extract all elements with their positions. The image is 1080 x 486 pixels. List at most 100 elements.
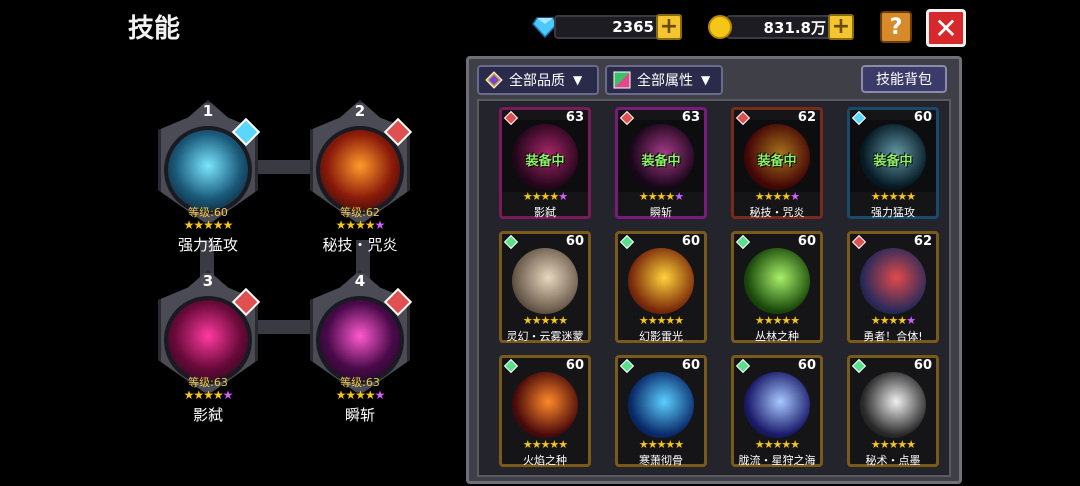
gold-counter: 831.8万 + — [708, 12, 854, 42]
skill-card[interactable]: 60 ★★★★★ 灵幻・云雾迷蒙 — [499, 231, 591, 343]
skill-name: 瞬斩 — [344, 406, 375, 424]
element-gem-icon — [851, 234, 867, 250]
card-level: 60 — [565, 358, 584, 373]
equipped-label: 装备中 — [757, 154, 797, 169]
slot-number: 3 — [202, 272, 214, 290]
card-name: 火焰之种 — [523, 454, 567, 467]
star-rating: ★★★★★ — [754, 438, 800, 451]
chevron-down-icon: ▼ — [573, 73, 583, 87]
attribute-icon — [613, 71, 631, 89]
star-rating: ★★★★★ — [335, 218, 386, 232]
star-rating: ★★★★★ — [870, 190, 916, 203]
gem-amount: 2365 — [554, 15, 664, 39]
quality-filter-label: 全部品质 — [509, 73, 565, 89]
skill-card[interactable]: 装备中 62 ★★★★★ 秘技・咒炎 — [731, 107, 823, 219]
skill-art-icon — [860, 372, 926, 438]
skill-name: 强力猛攻 — [177, 236, 238, 254]
star-rating: ★★★★★ — [870, 438, 916, 451]
slot-number: 2 — [354, 102, 366, 120]
skill-bag-button[interactable]: 技能背包 — [861, 65, 947, 93]
star-rating: ★★★★★ — [522, 314, 568, 327]
card-name: 胧流・星狩之海 — [738, 454, 816, 467]
card-level: 60 — [913, 110, 932, 125]
equipped-slot-2[interactable]: 2 等级:62 ★★★★★ 秘技・咒炎 — [296, 100, 424, 260]
skill-art-icon — [744, 372, 810, 438]
skill-card[interactable]: 装备中 63 ★★★★★ 影弑 — [499, 107, 591, 219]
slot-number: 1 — [202, 102, 214, 120]
skill-card[interactable]: 60 ★★★★★ 火焰之种 — [499, 355, 591, 467]
element-gem-icon — [503, 234, 519, 250]
add-gold-button[interactable]: + — [828, 14, 854, 40]
gem-counter: 2365 + — [532, 12, 682, 42]
close-button[interactable]: ✕ — [926, 9, 966, 47]
element-gem-icon — [735, 234, 751, 250]
chevron-down-icon: ▼ — [701, 73, 711, 87]
star-rating: ★★★★★ — [638, 314, 684, 327]
element-gem-icon — [619, 234, 635, 250]
element-gem-icon — [619, 358, 635, 374]
card-level: 63 — [681, 110, 700, 125]
card-level: 60 — [565, 234, 584, 249]
gold-amount: 831.8万 — [726, 15, 836, 39]
card-name: 影弑 — [534, 206, 556, 219]
card-level: 60 — [681, 358, 700, 373]
card-name: 灵幻・云雾迷蒙 — [506, 330, 584, 343]
card-name: 强力猛攻 — [871, 206, 915, 219]
attribute-filter[interactable]: 全部属性 ▼ — [605, 65, 723, 95]
card-name: 秘术・点墨 — [865, 454, 921, 467]
skill-card[interactable]: 60 ★★★★★ 胧流・星狩之海 — [731, 355, 823, 467]
star-rating: ★★★★★ — [183, 218, 234, 232]
star-rating: ★★★★★ — [638, 438, 684, 451]
skill-card[interactable]: 62 ★★★★★ 勇者！合体! — [847, 231, 939, 343]
skill-card[interactable]: 装备中 63 ★★★★★ 瞬斩 — [615, 107, 707, 219]
equipped-label: 装备中 — [873, 154, 913, 169]
skill-name: 秘技・咒炎 — [322, 236, 398, 254]
card-level: 63 — [565, 110, 584, 125]
star-rating: ★★★★★ — [638, 190, 684, 203]
card-level: 62 — [913, 234, 932, 249]
equipped-slot-4[interactable]: 4 等级:63 ★★★★★ 瞬斩 — [296, 270, 424, 430]
skill-inventory-panel: 全部品质 ▼ 全部属性 ▼ 技能背包 装备中 63 ★★★★★ 影弑 装备中 6… — [466, 56, 962, 484]
skill-card[interactable]: 60 ★★★★★ 寒萧彻骨 — [615, 355, 707, 467]
card-name: 丛林之种 — [755, 330, 799, 343]
card-level: 60 — [797, 234, 816, 249]
skill-card[interactable]: 60 ★★★★★ 幻影雷光 — [615, 231, 707, 343]
card-name: 瞬斩 — [650, 206, 672, 219]
equipped-label: 装备中 — [641, 154, 681, 169]
element-gem-icon — [503, 358, 519, 374]
skill-card[interactable]: 60 ★★★★★ 丛林之种 — [731, 231, 823, 343]
skill-card[interactable]: 60 ★★★★★ 秘术・点墨 — [847, 355, 939, 467]
element-gem-icon — [735, 358, 751, 374]
card-level: 62 — [797, 110, 816, 125]
star-rating: ★★★★★ — [870, 314, 916, 327]
star-rating: ★★★★★ — [754, 314, 800, 327]
star-rating: ★★★★★ — [522, 190, 568, 203]
skill-art-icon — [512, 248, 578, 314]
equipped-label: 装备中 — [525, 154, 565, 169]
attribute-filter-label: 全部属性 — [637, 73, 693, 89]
card-level: 60 — [681, 234, 700, 249]
star-rating: ★★★★★ — [183, 388, 234, 402]
equipped-slot-3[interactable]: 3 等级:63 ★★★★★ 影弑 — [144, 270, 272, 430]
element-gem-icon — [851, 358, 867, 374]
help-button[interactable]: ? — [880, 11, 912, 43]
add-gems-button[interactable]: + — [656, 14, 682, 40]
slot-number: 4 — [354, 272, 366, 290]
card-level: 60 — [797, 358, 816, 373]
star-rating: ★★★★★ — [754, 190, 800, 203]
skill-grid: 装备中 63 ★★★★★ 影弑 装备中 63 ★★★★★ 瞬斩 装备中 62 ★… — [477, 99, 951, 477]
skill-art-icon — [860, 248, 926, 314]
card-name: 幻影雷光 — [639, 330, 683, 343]
skill-name: 影弑 — [192, 406, 223, 424]
skill-art-icon — [512, 372, 578, 438]
page-title: 技能 — [128, 14, 181, 44]
card-name: 寒萧彻骨 — [639, 454, 683, 467]
skill-art-icon — [628, 372, 694, 438]
star-rating: ★★★★★ — [335, 388, 386, 402]
skill-art-icon — [628, 248, 694, 314]
quality-filter[interactable]: 全部品质 ▼ — [477, 65, 599, 95]
skill-card[interactable]: 装备中 60 ★★★★★ 强力猛攻 — [847, 107, 939, 219]
card-name: 秘技・咒炎 — [749, 206, 805, 219]
equipped-slot-1[interactable]: 1 等级:60 ★★★★★ 强力猛攻 — [144, 100, 272, 260]
star-rating: ★★★★★ — [522, 438, 568, 451]
